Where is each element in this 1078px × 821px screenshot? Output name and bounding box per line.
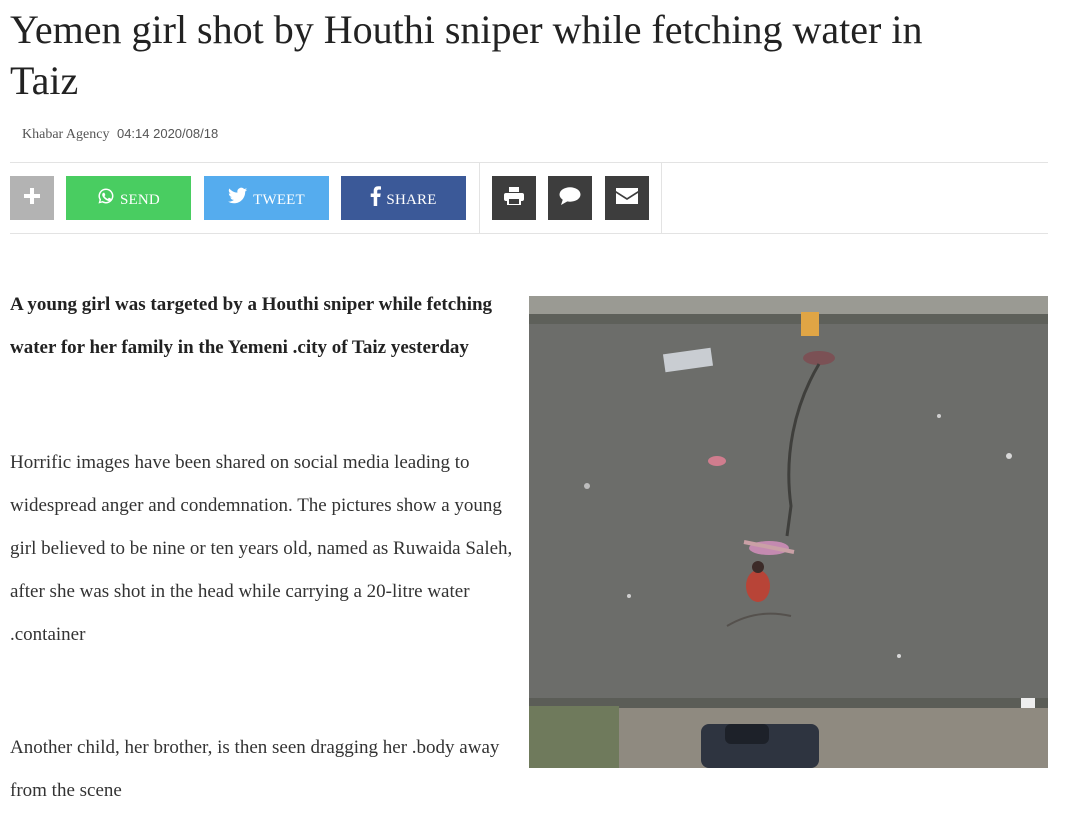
- article-meta: Khabar Agency 04:14 2020/08/18: [22, 126, 218, 143]
- article-title: Yemen girl shot by Houthi sniper while f…: [10, 7, 923, 103]
- facebook-share-button[interactable]: SHARE: [341, 176, 466, 220]
- article-source[interactable]: Khabar Agency: [22, 127, 109, 142]
- share-bar: SEND TWEET SHARE: [10, 162, 1048, 234]
- plus-icon: [23, 187, 41, 210]
- tweet-button[interactable]: TWEET: [204, 176, 329, 220]
- more-share-button[interactable]: [10, 176, 54, 220]
- article-timestamp: 04:14 2020/08/18: [116, 126, 219, 141]
- comment-button[interactable]: [548, 176, 592, 220]
- comment-icon: [559, 186, 581, 210]
- twitter-icon: [228, 187, 248, 210]
- whatsapp-send-button[interactable]: SEND: [66, 176, 191, 220]
- email-icon: [616, 187, 638, 209]
- divider: [479, 163, 480, 233]
- print-button[interactable]: [492, 176, 536, 220]
- article-paragraph: Another child, her brother, is then seen…: [10, 737, 500, 801]
- share-label: SHARE: [386, 191, 437, 208]
- article-paragraph: Horrific images have been shared on soci…: [10, 452, 513, 645]
- print-icon: [504, 186, 524, 210]
- send-label: SEND: [120, 191, 160, 208]
- email-button[interactable]: [605, 176, 649, 220]
- article-lead: A young girl was targeted by a Houthi sn…: [10, 294, 493, 358]
- article-photo: [529, 296, 1048, 768]
- tweet-label: TWEET: [253, 191, 305, 208]
- facebook-icon: [370, 185, 382, 211]
- whatsapp-icon: [97, 187, 115, 210]
- divider: [661, 163, 662, 233]
